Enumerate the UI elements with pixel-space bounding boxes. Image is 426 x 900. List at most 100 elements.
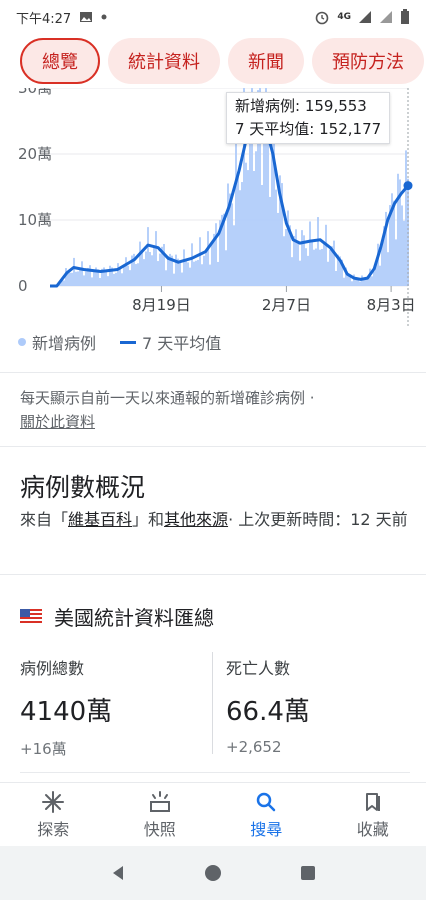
daily-case-bar [267,127,269,286]
stat-divider [212,652,213,754]
daily-case-bar [125,257,127,286]
daily-case-bar [211,241,213,286]
cases-value: 4140萬 [20,697,113,727]
daily-case-bar [235,135,237,286]
daily-case-bar [299,260,301,286]
daily-case-bar [159,253,161,286]
daily-case-bar [311,241,313,286]
y-tick-label: 20萬 [18,145,52,163]
daily-case-bar [139,241,141,286]
search-icon [257,792,276,811]
topic-tabs: 總覽 統計資料 新聞 預防方法 [0,38,426,90]
about-data-link[interactable]: 關於此資料 [20,413,95,431]
daily-case-bar [83,275,85,286]
back-icon[interactable] [109,864,127,882]
daily-case-bar [405,150,407,286]
daily-case-bar [191,243,193,286]
daily-case-bar [137,263,139,286]
daily-case-bar [105,272,107,286]
daily-case-bar [379,265,381,286]
daily-case-bar [319,249,321,286]
daily-case-bar [167,255,169,286]
nav-explore[interactable]: 探索 [0,783,107,846]
recents-icon[interactable] [299,864,317,882]
daily-case-bar [387,252,389,286]
daily-case-bar [263,135,265,286]
stat-total-cases: 病例總數 4140萬 +16萬 [20,655,112,759]
daily-case-bar [163,244,165,286]
daily-case-bar [89,265,91,286]
daily-case-bar [153,245,155,286]
divider [0,574,426,575]
signal-icon-2 [379,10,393,24]
status-bar: 下午4:27 4G [0,0,426,34]
overview-source: 來自「維基百科」和其他來源· 上次更新時間：12 天前 [20,508,410,532]
nav-collections[interactable]: 收藏 [320,783,426,846]
daily-case-bar [207,231,209,286]
daily-case-bar [247,170,249,286]
tab-overview[interactable]: 總覽 [20,38,100,84]
alarm-icon [314,9,330,25]
nav-explore-label: 探索 [37,819,70,839]
tab-prevention[interactable]: 預防方法 [312,38,424,84]
source-prefix: 來自「 [20,510,69,529]
daily-case-bar [307,255,309,286]
daily-case-bar [261,184,263,286]
daily-case-bar [69,272,71,286]
daily-case-bar [237,174,239,286]
daily-case-bar [71,272,73,286]
avg-line [50,119,410,288]
y-tick-label: 30萬 [18,88,52,97]
daily-case-bar [209,264,211,286]
daily-case-bar [245,162,247,286]
daily-case-bar [295,229,297,286]
daily-case-bar [231,203,233,286]
tooltip-new-cases: 新增病例: 159,553 [235,97,367,115]
daily-case-bar [181,272,183,286]
dot-icon [101,14,107,20]
nav-snapshot[interactable]: 快照 [107,783,214,846]
daily-case-bar [321,248,323,286]
system-nav-bar [0,846,426,900]
daily-case-bar [147,227,149,286]
daily-case-bar [249,128,251,286]
daily-case-bar [187,262,189,286]
x-tick-label: 8月19日 [132,296,191,314]
nav-search[interactable]: 搜尋 [213,783,320,846]
daily-case-bar [135,264,137,286]
source-mid: 」和 [132,510,165,529]
daily-case-bar [275,189,277,286]
snapshot-icon [149,790,170,812]
daily-case-bar [123,265,125,286]
daily-case-bar [309,221,311,286]
daily-case-bar [253,171,255,286]
nav-snapshot-label: 快照 [143,819,176,839]
daily-case-bar [225,250,227,286]
daily-case-bar [189,267,191,286]
daily-case-bar [335,271,337,286]
daily-case-bar [329,249,331,286]
daily-case-bar [333,240,335,286]
daily-case-bar [79,269,81,286]
chart-legend: 新增病例 7 天平均值 [18,330,221,354]
daily-case-bar [351,281,353,286]
us-flag-icon [20,608,42,625]
tab-statistics[interactable]: 統計資料 [108,38,220,84]
daily-case-bar [113,273,115,286]
overview-title: 病例數概況 [20,473,146,502]
home-icon[interactable] [204,864,222,882]
legend-bars-label: 新增病例 [32,334,97,353]
daily-case-bar [155,231,157,286]
daily-case-bar [193,261,195,286]
divider [0,446,426,447]
daily-case-bar [197,259,199,286]
image-icon [79,10,93,24]
daily-case-bar [357,279,359,286]
daily-case-bar [291,257,293,286]
daily-case-bar [305,248,307,286]
daily-case-bar [185,259,187,286]
tab-news[interactable]: 新聞 [228,38,304,84]
daily-case-bar [273,120,275,286]
other-sources-link[interactable]: 其他來源 [164,510,228,529]
wikipedia-link[interactable]: 維基百科 [68,510,132,529]
